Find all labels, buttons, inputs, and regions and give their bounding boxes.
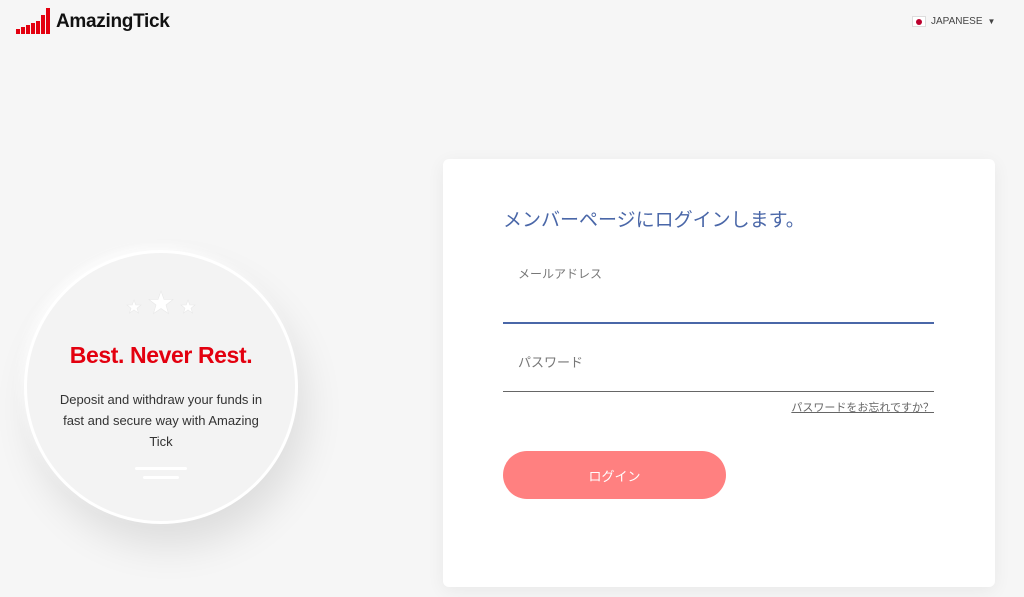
stars-icon [126,290,196,315]
language-label: JAPANESE [931,16,983,27]
forgot-password-link[interactable]: パスワードをお忘れですか？ [791,399,934,415]
decorative-lines-icon [135,467,187,479]
email-label: メールアドレス [518,267,603,281]
login-card: メンバーページにログインします。 メールアドレス パスワード パスワードをお忘れ… [443,159,995,587]
language-selector[interactable]: JAPANESE ▼ [912,16,995,27]
brand-logo[interactable]: AmazingTick [16,8,170,36]
password-input[interactable] [503,357,934,389]
email-input[interactable] [503,289,934,321]
brand-name: AmazingTick [56,11,170,32]
caret-down-icon: ▼ [987,17,996,26]
password-underline [503,391,934,392]
logo-bars-icon [16,8,50,34]
promo-description: Deposit and withdraw your funds in fast … [59,392,263,449]
japan-flag-icon [912,16,926,27]
promo-circle: Best. Never Rest. Deposit and withdraw y… [24,250,298,524]
login-button[interactable]: ログイン [503,451,726,499]
email-underline [503,322,934,324]
promo-title: Best. Never Rest. [69,342,253,368]
login-title: メンバーページにログインします。 [503,209,805,231]
